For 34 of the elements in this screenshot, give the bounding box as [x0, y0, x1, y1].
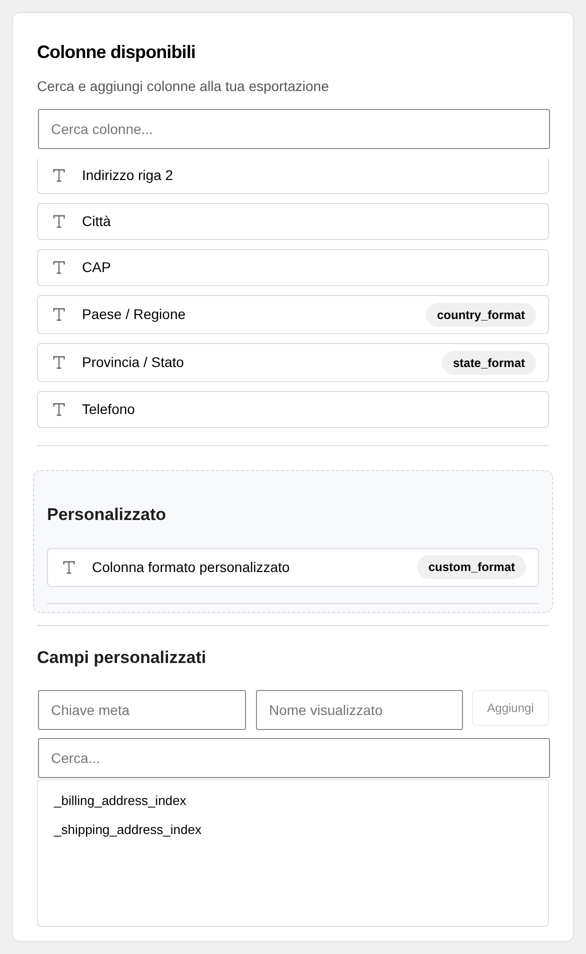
result-item[interactable]: _shipping_address_index: [54, 820, 202, 840]
format-tag: state_format: [442, 350, 536, 374]
column-label: CAP: [82, 258, 111, 277]
column-label: Telefono: [82, 400, 135, 419]
text-type-icon: [53, 356, 65, 369]
search-field[interactable]: Cerca...: [38, 738, 550, 778]
column-label: Indirizzo riga 2: [82, 166, 174, 185]
section-title: Campi personalizzati: [37, 647, 208, 669]
column-item[interactable]: Indirizzo riga 2: [37, 159, 549, 194]
text-type-icon: [53, 261, 65, 274]
column-item[interactable]: Telefono: [37, 391, 549, 428]
column-item[interactable]: Città: [37, 203, 549, 240]
meta-key-field[interactable]: Chiave meta: [38, 690, 246, 730]
column-label: Paese / Regione: [82, 305, 186, 324]
column-label: Città: [82, 212, 111, 231]
column-label: Colonna formato personalizzato: [92, 558, 290, 577]
display-name-field[interactable]: Nome visualizzato: [256, 690, 463, 730]
column-item[interactable]: Colonna formato personalizzato custom_format: [47, 548, 539, 586]
column-item[interactable]: CAP: [37, 249, 549, 286]
text-type-icon: [63, 560, 75, 574]
text-type-icon: [53, 169, 65, 182]
column-item[interactable]: Paese / Regione country_format: [37, 295, 549, 334]
format-tag: country_format: [426, 302, 536, 326]
section-title: Colonne disponibili: [37, 41, 196, 64]
result-item[interactable]: _billing_address_index: [54, 790, 186, 810]
column-item[interactable]: Provincia / Stato state_format: [37, 343, 549, 382]
section-title: Personalizzato: [47, 504, 168, 526]
section-description: Cerca e aggiungi colonne alla tua esportazione: [37, 77, 330, 96]
search-field[interactable]: Cerca colonne...: [38, 109, 550, 149]
column-label: Provincia / Stato: [82, 353, 184, 372]
text-type-icon: [53, 215, 65, 228]
text-type-icon: [53, 308, 65, 321]
text-type-icon: [53, 403, 65, 416]
format-tag: custom_format: [417, 555, 526, 579]
